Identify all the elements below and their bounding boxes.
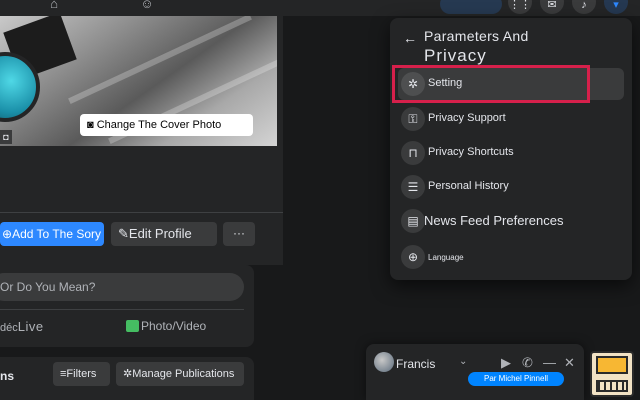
photo-video-button[interactable]: Photo/Video bbox=[126, 319, 206, 333]
list-icon: ☰ bbox=[401, 175, 425, 199]
photo-icon bbox=[126, 320, 139, 332]
bell-icon[interactable]: ♪ bbox=[572, 0, 596, 14]
gear-icon: ✲ bbox=[401, 72, 425, 96]
groups-icon[interactable]: ☺ bbox=[139, 0, 155, 12]
top-navigation: ⌂ ☺ ⋮⋮ ✉ ♪ ▾ bbox=[0, 0, 640, 16]
menu-item-privacy-support[interactable]: ⚿ Privacy Support bbox=[398, 103, 624, 135]
post-divider bbox=[0, 309, 244, 310]
pencil-icon: ✎ bbox=[118, 226, 129, 241]
menu-item-personal-history[interactable]: ☰ Personal History bbox=[398, 171, 624, 203]
publications-bar: ns ≡Filters ✲Manage Publications bbox=[0, 357, 254, 400]
chat-contact-name[interactable]: Francis bbox=[396, 357, 435, 371]
menu-item-settings[interactable]: ✲ Setting bbox=[398, 68, 624, 100]
manage-publications-button[interactable]: ✲Manage Publications bbox=[116, 362, 244, 386]
caret-down-icon[interactable]: ▾ bbox=[604, 0, 628, 14]
menu-item-news-feed-preferences[interactable]: ▤ News Feed Preferences bbox=[398, 205, 624, 237]
more-options-button[interactable]: ··· bbox=[223, 222, 255, 246]
logo-keyboard bbox=[596, 380, 628, 392]
news-feed-icon: ▤ bbox=[401, 209, 425, 233]
home-icon[interactable]: ⌂ bbox=[46, 0, 62, 12]
phone-icon[interactable]: ✆ bbox=[522, 355, 533, 371]
close-icon[interactable]: ✕ bbox=[564, 355, 575, 371]
back-arrow-icon[interactable]: ← bbox=[403, 30, 417, 46]
create-post-box: Or Do You Mean? décLive Photo/Video bbox=[0, 265, 254, 347]
change-cover-photo-button[interactable]: ◙ Change The Cover Photo bbox=[80, 114, 253, 136]
settings-privacy-menu: ← Parameters And Privacy ✲ Setting ⚿ Pri… bbox=[390, 18, 632, 280]
profile-shortcut[interactable] bbox=[440, 0, 502, 14]
minimize-icon[interactable]: — bbox=[543, 355, 556, 370]
plus-icon: ⊕ bbox=[2, 227, 13, 241]
chat-message-bubble: Par Michel Pinnell bbox=[468, 372, 564, 386]
live-video-button[interactable]: décLive bbox=[0, 319, 44, 334]
publications-title: ns bbox=[0, 369, 15, 383]
camera-icon: ◙ bbox=[87, 119, 97, 131]
menu-title: Parameters And Privacy bbox=[424, 28, 529, 65]
gear-icon: ✲ bbox=[123, 368, 133, 380]
grid-menu-icon[interactable]: ⋮⋮ bbox=[508, 0, 532, 14]
globe-icon: ⊕ bbox=[401, 245, 425, 269]
chevron-down-icon[interactable]: ⌄ bbox=[459, 356, 467, 367]
chat-avatar[interactable] bbox=[374, 352, 394, 372]
messenger-icon[interactable]: ✉ bbox=[540, 0, 564, 14]
menu-item-language[interactable]: ⊕ Language bbox=[398, 241, 624, 273]
lock-icon: ⊓ bbox=[401, 141, 425, 165]
filters-button[interactable]: ≡Filters bbox=[53, 362, 110, 386]
menu-item-privacy-shortcuts[interactable]: ⊓ Privacy Shortcuts bbox=[398, 137, 624, 169]
profile-divider bbox=[0, 212, 283, 213]
computer-logo-icon bbox=[590, 351, 634, 397]
edit-profile-button[interactable]: ✎Edit Profile bbox=[111, 222, 217, 246]
logo-screen bbox=[596, 356, 628, 374]
camera-icon[interactable]: ◘ bbox=[0, 130, 12, 144]
chat-window: Francis ⌄ ▶ ✆ — ✕ Par Michel Pinnell bbox=[366, 344, 584, 400]
create-post-input[interactable]: Or Do You Mean? bbox=[0, 273, 244, 301]
add-to-story-button[interactable]: ⊕Add To The Sory bbox=[0, 222, 104, 246]
lock-question-icon: ⚿ bbox=[401, 107, 425, 131]
video-icon[interactable]: ▶ bbox=[501, 355, 511, 371]
